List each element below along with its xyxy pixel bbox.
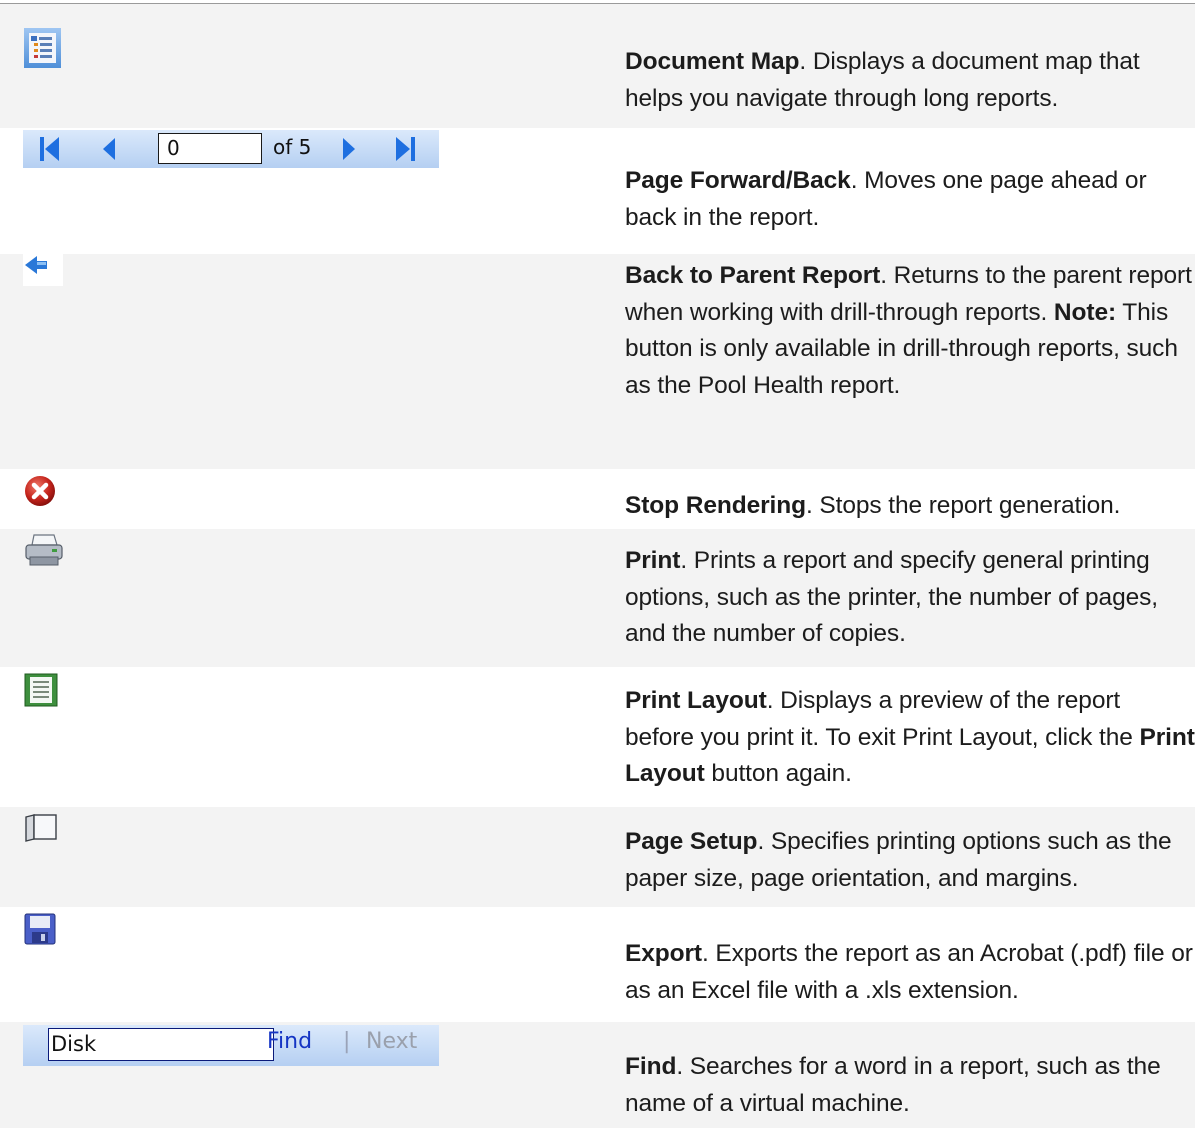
item-text: . Prints a report and specify general pr… <box>625 547 1158 647</box>
document-map-icon[interactable] <box>24 28 61 68</box>
item-title: Export <box>625 940 702 967</box>
next-page-icon[interactable] <box>341 137 357 161</box>
search-input[interactable]: Disk <box>48 1028 274 1061</box>
item-text: . Exports the report as an Acrobat (.pdf… <box>625 940 1193 1004</box>
save-disk-icon[interactable] <box>24 913 56 945</box>
description: Page Forward/Back. Moves one page ahead … <box>625 163 1195 236</box>
row-back-to-parent: Back to Parent Report. Returns to the pa… <box>0 254 1195 469</box>
description: Page Setup. Specifies printing options s… <box>625 824 1195 897</box>
row-stop-rendering: Stop Rendering. Stops the report generat… <box>0 469 1195 529</box>
description: Back to Parent Report. Returns to the pa… <box>625 258 1195 404</box>
find-toolbar: Disk Find | Next <box>23 1025 439 1066</box>
item-text: . Searches for a word in a report, such … <box>625 1053 1161 1117</box>
item-title: Page Forward/Back <box>625 167 851 194</box>
page-setup-icon[interactable] <box>24 813 62 843</box>
row-page-setup: Page Setup. Specifies printing options s… <box>0 807 1195 907</box>
item-title: Print Layout <box>625 687 767 714</box>
item-title: Find <box>625 1053 677 1080</box>
item-title: Back to Parent Report <box>625 262 881 289</box>
page-number-input[interactable]: 0 <box>158 133 262 164</box>
find-link[interactable]: Find <box>267 1029 312 1054</box>
note-label: Note: <box>1053 298 1117 326</box>
description: Print. Prints a report and specify gener… <box>625 543 1195 653</box>
row-print-layout: Print Layout. Displays a preview of the … <box>0 667 1195 807</box>
print-layout-icon[interactable] <box>24 673 58 707</box>
previous-page-icon[interactable] <box>101 137 117 161</box>
page-navigation-toolbar: 0 of 5 <box>23 130 439 168</box>
description: Stop Rendering. Stops the report generat… <box>625 488 1195 525</box>
description: Export. Exports the report as an Acrobat… <box>625 936 1195 1009</box>
page-count-label: of 5 <box>273 135 312 159</box>
stop-icon[interactable] <box>24 475 56 507</box>
item-title: Document Map <box>625 48 800 75</box>
row-print: Print. Prints a report and specify gener… <box>0 529 1195 667</box>
row-document-map: Document Map. Displays a document map th… <box>0 4 1195 128</box>
description: Document Map. Displays a document map th… <box>625 44 1195 117</box>
item-tail: button again. <box>704 760 852 787</box>
back-arrow-icon[interactable] <box>23 254 63 286</box>
item-text: . Stops the report generation. <box>806 492 1121 519</box>
first-page-icon[interactable] <box>39 136 61 162</box>
next-link[interactable]: Next <box>366 1029 417 1054</box>
row-page-navigation: 0 of 5 Page Forward/Back. Moves one page… <box>0 128 1195 254</box>
item-title: Stop Rendering <box>625 492 806 519</box>
printer-icon[interactable] <box>24 533 64 567</box>
item-title: Page Setup <box>625 828 758 855</box>
description: Find. Searches for a word in a report, s… <box>625 1049 1195 1122</box>
toolbar-separator: | <box>343 1029 351 1054</box>
row-find: Disk Find | Next Find. Searches for a wo… <box>0 1022 1195 1128</box>
description: Print Layout. Displays a preview of the … <box>625 683 1195 793</box>
item-title: Print <box>625 547 681 574</box>
last-page-icon[interactable] <box>394 136 416 162</box>
row-export: Export. Exports the report as an Acrobat… <box>0 907 1195 1022</box>
